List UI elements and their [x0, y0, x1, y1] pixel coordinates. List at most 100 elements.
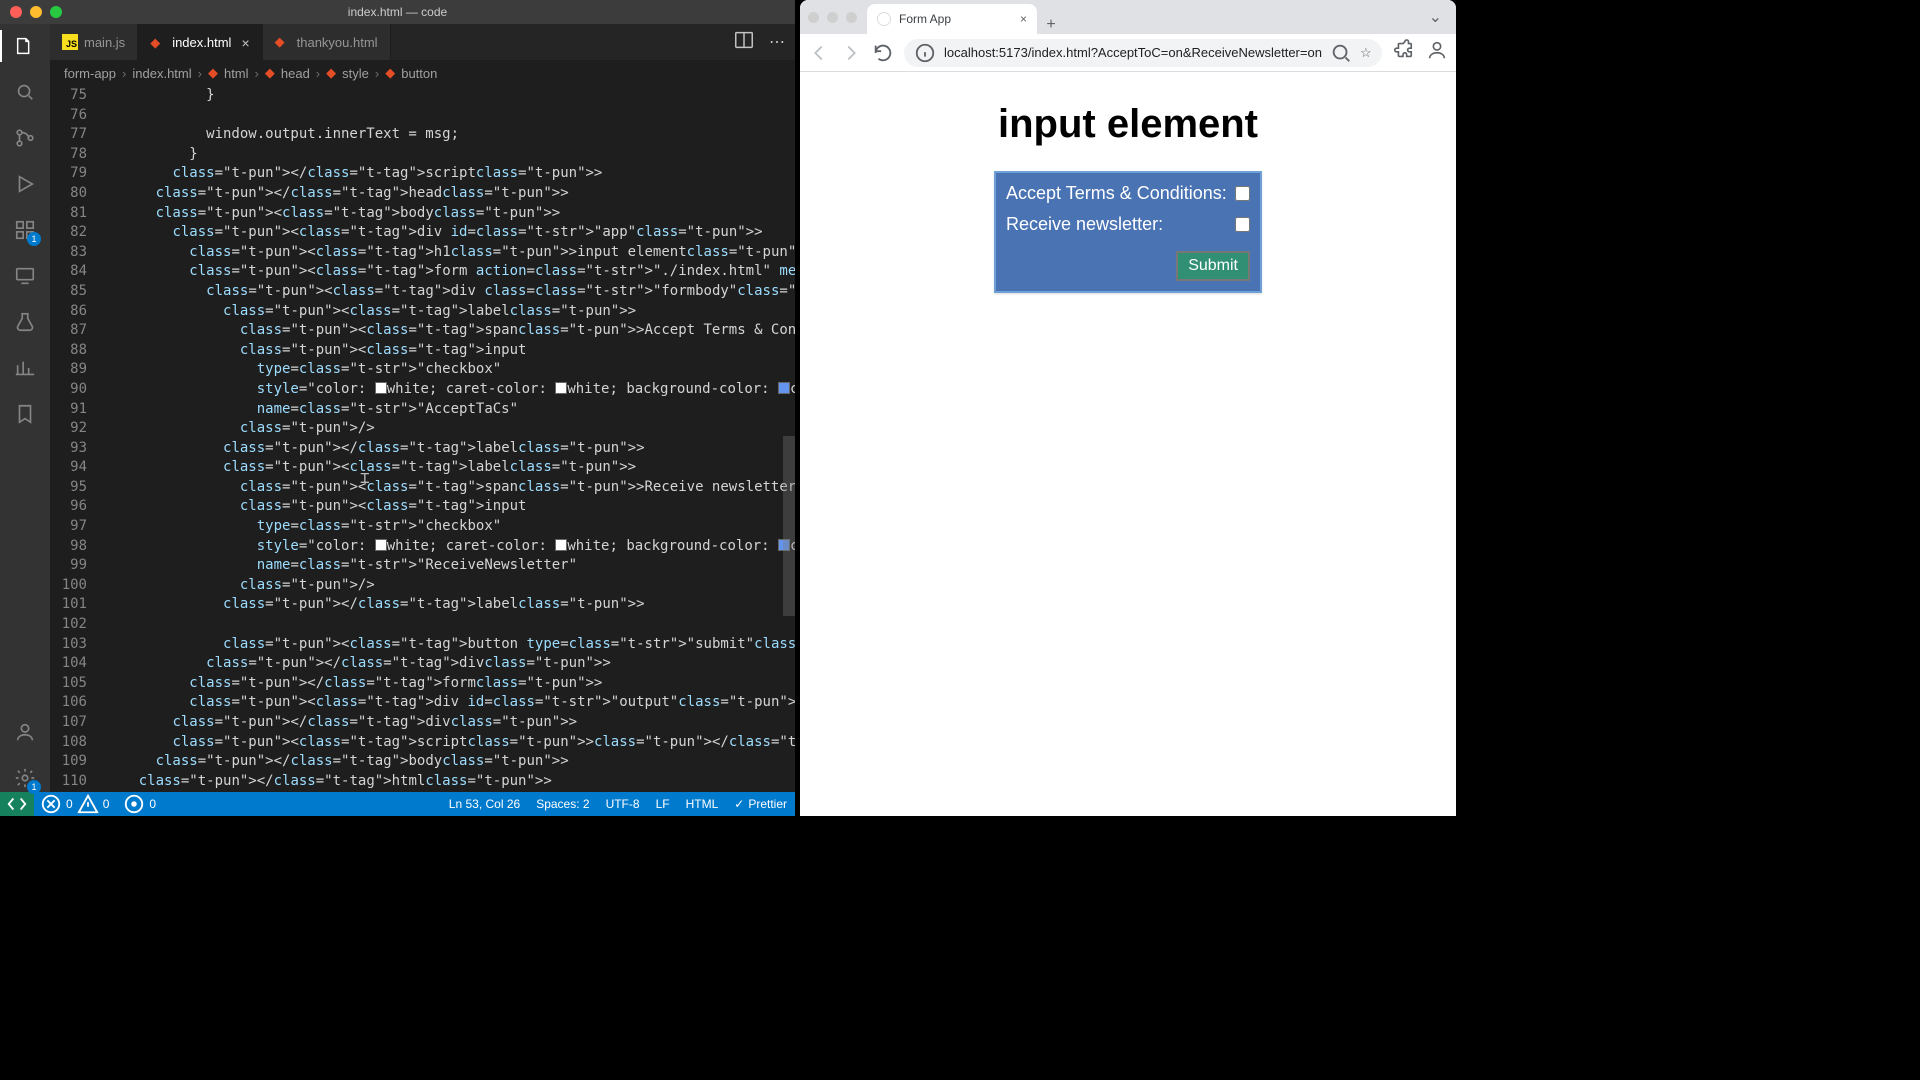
submit-row: Submit	[1006, 251, 1250, 281]
minimize-window-icon[interactable]	[30, 6, 42, 18]
remote-explorer-icon[interactable]	[11, 262, 39, 290]
maximize-window-icon[interactable]	[846, 12, 857, 23]
activity-bar: 1 1	[0, 24, 50, 792]
breadcrumb-item[interactable]: head	[281, 66, 310, 81]
html-icon: ◆	[326, 65, 336, 81]
breadcrumbs[interactable]: form-app › index.html › ◆ html › ◆ head …	[50, 60, 795, 86]
accept-terms-checkbox[interactable]	[1235, 186, 1250, 201]
zoom-icon[interactable]	[1330, 42, 1352, 64]
remote-indicator-icon[interactable]	[0, 792, 34, 816]
minimize-window-icon[interactable]	[827, 12, 838, 23]
back-button[interactable]	[808, 41, 830, 65]
html-icon: ◆	[385, 65, 395, 81]
html-file-icon: ◆	[275, 34, 291, 50]
breadcrumb-item[interactable]: form-app	[64, 66, 116, 81]
ports-status[interactable]: 0	[123, 793, 156, 815]
traffic-lights	[10, 6, 62, 18]
site-info-icon[interactable]	[914, 42, 936, 64]
extensions-puzzle-icon[interactable]	[1392, 39, 1414, 66]
vscode-window: index.html — code 1	[0, 0, 795, 816]
split-editor-icon[interactable]	[733, 29, 755, 56]
html-icon: ◆	[265, 65, 275, 81]
traffic-lights-inactive	[808, 12, 857, 23]
testing-icon[interactable]	[11, 308, 39, 336]
submit-button[interactable]: Submit	[1176, 251, 1250, 281]
close-window-icon[interactable]	[808, 12, 819, 23]
newsletter-row[interactable]: Receive newsletter:	[1006, 214, 1250, 235]
editor-column: JS main.js ◆ index.html × ◆ thankyou.htm…	[50, 24, 795, 792]
chevron-right-icon: ›	[198, 66, 202, 81]
breadcrumb-item[interactable]: index.html	[132, 66, 191, 81]
newsletter-checkbox[interactable]	[1235, 217, 1250, 232]
browser-tabstrip: Form App × + ⌄	[800, 0, 1456, 34]
tab-label: index.html	[172, 35, 231, 50]
tab-actions: ⋯	[723, 24, 795, 60]
settings-badge: 1	[27, 780, 41, 794]
address-bar[interactable]: localhost:5173/index.html?AcceptToC=on&R…	[904, 39, 1382, 67]
accept-terms-label: Accept Terms & Conditions:	[1006, 183, 1227, 204]
bookmark-star-icon[interactable]: ☆	[1360, 45, 1372, 61]
close-tab-icon[interactable]: ×	[241, 35, 249, 51]
language-mode[interactable]: HTML	[686, 797, 719, 811]
warning-count: 0	[103, 797, 110, 811]
breadcrumb-item[interactable]: button	[401, 66, 437, 81]
tabs-dropdown-icon[interactable]: ⌄	[1423, 7, 1448, 27]
bookmarks-icon[interactable]	[11, 400, 39, 428]
formatter-status[interactable]: ✓ Prettier	[734, 797, 787, 811]
tab-title: Form App	[899, 12, 951, 26]
indentation-status[interactable]: Spaces: 2	[536, 797, 589, 811]
graph-icon[interactable]	[11, 354, 39, 382]
chevron-right-icon: ›	[316, 66, 320, 81]
close-window-icon[interactable]	[10, 6, 22, 18]
tab-index-html[interactable]: ◆ index.html ×	[138, 24, 262, 60]
vertical-scrollbar[interactable]	[783, 436, 795, 616]
extensions-badge: 1	[27, 232, 41, 246]
browser-toolbar: localhost:5173/index.html?AcceptToC=on&R…	[800, 34, 1456, 72]
settings-gear-icon[interactable]: 1	[11, 764, 39, 792]
page-content: input element Accept Terms & Conditions:…	[800, 72, 1456, 816]
status-bar: 0 0 0 Ln 53, Col 26 Spaces: 2 UTF-8 LF H…	[0, 792, 795, 816]
problems-status[interactable]: 0 0	[40, 793, 109, 815]
line-number-gutter: 75 76 77 78 79 80 81 82 83 84 85 86 87 8…	[50, 86, 105, 792]
port-count: 0	[149, 797, 156, 811]
code-editor[interactable]: 75 76 77 78 79 80 81 82 83 84 85 86 87 8…	[50, 86, 795, 792]
page-heading: input element	[998, 102, 1258, 147]
chevron-right-icon: ›	[122, 66, 126, 81]
chevron-right-icon: ›	[375, 66, 379, 81]
extensions-icon[interactable]: 1	[11, 216, 39, 244]
tab-main-js[interactable]: JS main.js	[50, 24, 138, 60]
source-control-icon[interactable]	[11, 124, 39, 152]
profile-avatar-icon[interactable]	[1426, 39, 1448, 66]
window-title: index.html — code	[0, 5, 795, 19]
code-content[interactable]: } window.output.innerText = msg; } class…	[105, 86, 795, 792]
favicon-icon	[877, 12, 891, 26]
chrome-window: Form App × + ⌄ localhost:5173/index.html…	[800, 0, 1456, 816]
browser-tab[interactable]: Form App ×	[867, 4, 1037, 34]
account-icon[interactable]	[11, 718, 39, 746]
text-cursor-icon: ⌶	[360, 468, 370, 488]
new-tab-button[interactable]: +	[1037, 16, 1065, 34]
form-body: Accept Terms & Conditions: Receive newsl…	[994, 171, 1262, 293]
js-file-icon: JS	[62, 34, 78, 50]
encoding-status[interactable]: UTF-8	[606, 797, 640, 811]
close-tab-icon[interactable]: ×	[1020, 12, 1027, 26]
chevron-right-icon: ›	[255, 66, 259, 81]
html-file-icon: ◆	[150, 35, 166, 51]
tab-thankyou-html[interactable]: ◆ thankyou.html	[263, 24, 391, 60]
breadcrumb-item[interactable]: style	[342, 66, 369, 81]
maximize-window-icon[interactable]	[50, 6, 62, 18]
forward-button[interactable]	[840, 41, 862, 65]
explorer-icon[interactable]	[11, 32, 39, 60]
tab-label: thankyou.html	[297, 35, 378, 50]
run-debug-icon[interactable]	[11, 170, 39, 198]
search-icon[interactable]	[11, 78, 39, 106]
breadcrumb-item[interactable]: html	[224, 66, 249, 81]
reload-button[interactable]	[872, 41, 894, 65]
newsletter-label: Receive newsletter:	[1006, 214, 1163, 235]
accept-terms-row[interactable]: Accept Terms & Conditions:	[1006, 183, 1250, 204]
eol-status[interactable]: LF	[656, 797, 670, 811]
cursor-position[interactable]: Ln 53, Col 26	[449, 797, 520, 811]
tab-label: main.js	[84, 35, 125, 50]
titlebar: index.html — code	[0, 0, 795, 24]
more-actions-icon[interactable]: ⋯	[769, 32, 785, 52]
